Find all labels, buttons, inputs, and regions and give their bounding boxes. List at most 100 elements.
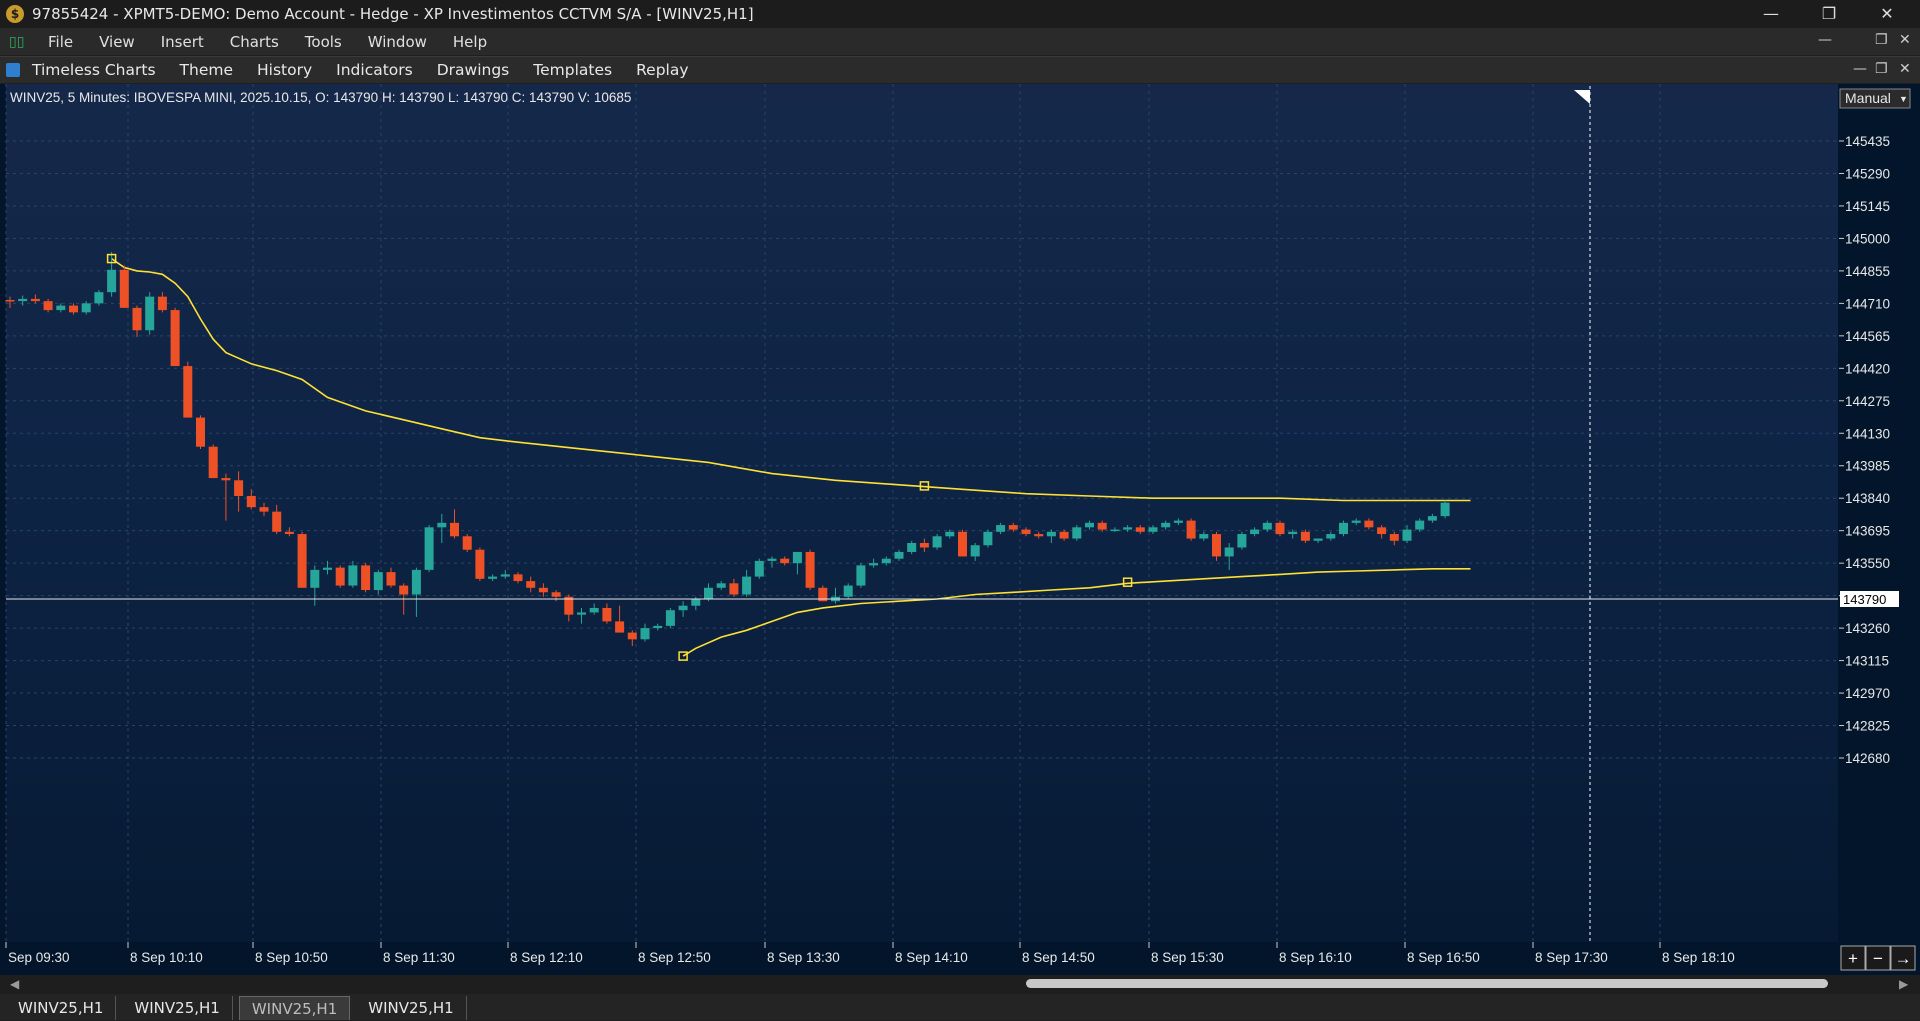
candle-bearish [1060, 532, 1069, 539]
scale-mode-label: Manual [1845, 90, 1891, 106]
candle-bullish [996, 525, 1005, 532]
chart-tab-2[interactable]: WINV25,H1 [122, 996, 232, 1020]
candle-bullish [983, 532, 992, 545]
candle-bullish [653, 626, 662, 628]
candle-bearish [1098, 523, 1107, 530]
menu-help[interactable]: Help [440, 33, 500, 51]
menu-charts[interactable]: Charts [217, 33, 292, 51]
candle-bullish [1110, 530, 1119, 532]
candle-bearish [1377, 527, 1386, 534]
toolbar-indicators[interactable]: Indicators [330, 61, 427, 79]
price-tick-label: 144275 [1845, 394, 1890, 409]
candle-bearish [361, 565, 370, 590]
candle-bearish [552, 592, 561, 596]
menu-insert[interactable]: Insert [148, 33, 217, 51]
candle-bullish [704, 588, 713, 599]
candle-bearish [234, 480, 243, 496]
toolbar-templates[interactable]: Templates [527, 61, 626, 79]
toolbar-theme[interactable]: Theme [174, 61, 247, 79]
child-restore-icon[interactable]: ❐ [1875, 32, 1888, 48]
price-tick-label: 143985 [1845, 459, 1890, 474]
scroll-right-icon[interactable]: ▶ [1899, 975, 1908, 994]
close-icon[interactable]: ✕ [1858, 0, 1916, 28]
candle-bullish [895, 552, 904, 559]
candle-bearish [806, 552, 815, 588]
candle-bullish [907, 543, 916, 552]
candle-bullish [933, 536, 942, 547]
candle-bullish [310, 570, 319, 588]
candle-bullish [945, 532, 954, 536]
scrollbar-thumb[interactable] [1026, 979, 1828, 988]
candle-bearish [171, 310, 180, 366]
candle-bullish [1161, 523, 1170, 527]
scroll-left-icon[interactable]: ◀ [10, 975, 19, 994]
toolbar-timeless-charts[interactable]: Timeless Charts [26, 61, 170, 79]
time-tick-label: 8 Sep 16:50 [1407, 950, 1480, 965]
candle-bullish [1339, 523, 1348, 534]
chart-minimize-icon[interactable]: — [1853, 61, 1867, 77]
price-tick-label: 143840 [1845, 491, 1890, 506]
time-tick-label: 8 Sep 15:30 [1151, 950, 1224, 965]
time-tick-label: 8 Sep 14:50 [1022, 950, 1095, 965]
candle-bearish [247, 496, 256, 507]
candle-bullish [577, 612, 586, 614]
chart-restore-icon[interactable]: ❐ [1875, 61, 1888, 77]
candle-bullish [1225, 547, 1234, 556]
restore-icon[interactable]: ❐ [1800, 0, 1858, 28]
title-bar: $ 97855424 - XPMT5-DEMO: Demo Account - … [0, 0, 1920, 28]
candle-bearish [1301, 532, 1310, 541]
candle-bearish [539, 588, 548, 592]
candle-bullish [717, 583, 726, 587]
candle-bearish [196, 418, 205, 447]
price-tick-label: 143260 [1845, 621, 1890, 636]
chevron-down-icon: ▼ [1899, 94, 1908, 104]
menu-tools[interactable]: Tools [292, 33, 355, 51]
chart-close-icon[interactable]: ✕ [1899, 61, 1911, 77]
chart-tabs: WINV25,H1 WINV25,H1 WINV25,H1 WINV25,H1 [0, 994, 1920, 1020]
candle-bullish [971, 545, 980, 556]
price-tick-label: 145290 [1845, 166, 1890, 181]
candle-bearish [628, 633, 637, 640]
candle-bearish [298, 534, 307, 588]
menu-bar: ▯▯ File View Insert Charts Tools Window … [0, 28, 1920, 55]
candle-bullish [82, 303, 91, 312]
candle-bearish [221, 478, 230, 480]
candle-bearish [463, 536, 472, 549]
candle-bullish [1441, 503, 1450, 516]
minimize-icon[interactable]: — [1742, 0, 1800, 28]
candle-bearish [1276, 523, 1285, 534]
toolbar-replay[interactable]: Replay [630, 61, 702, 79]
child-close-icon[interactable]: ✕ [1899, 32, 1911, 48]
chart-tab-1[interactable]: WINV25,H1 [6, 996, 116, 1020]
chart-tab-4[interactable]: WINV25,H1 [356, 996, 466, 1020]
price-tick-label: 142825 [1845, 719, 1890, 734]
chart-menu-icon[interactable]: ▯▯ [9, 34, 25, 50]
candle-bullish [666, 610, 675, 626]
price-tick-label: 144710 [1845, 296, 1890, 311]
candle-bullish [1250, 530, 1259, 534]
candle-bullish [107, 270, 116, 292]
menu-file[interactable]: File [35, 33, 86, 51]
price-chart[interactable]: WINV25, 5 Minutes: IBOVESPA MINI, 2025.1… [0, 84, 1920, 975]
child-minimize-icon[interactable]: — [1818, 32, 1832, 48]
candle-bullish [1199, 534, 1208, 538]
candle-bullish [18, 299, 27, 301]
menu-view[interactable]: View [86, 33, 148, 51]
candle-bearish [780, 559, 789, 563]
candle-bullish [844, 586, 853, 597]
chart-tab-3[interactable]: WINV25,H1 [239, 996, 350, 1020]
price-tick-label: 142970 [1845, 686, 1890, 701]
toolbar-drawings[interactable]: Drawings [431, 61, 524, 79]
candle-bearish [44, 301, 53, 310]
minus-icon: − [1873, 949, 1883, 968]
price-tick-label: 143695 [1845, 524, 1890, 539]
toolbar-history[interactable]: History [251, 61, 326, 79]
candle-bearish [1364, 521, 1373, 528]
menu-window[interactable]: Window [355, 33, 440, 51]
candle-bearish [158, 297, 167, 310]
candle-bearish [69, 306, 78, 313]
price-tick-label: 142680 [1845, 751, 1890, 766]
time-tick-label: Sep 09:30 [8, 950, 70, 965]
candle-bearish [1212, 534, 1221, 556]
horizontal-scrollbar[interactable]: ◀ ▶ [0, 975, 1920, 994]
